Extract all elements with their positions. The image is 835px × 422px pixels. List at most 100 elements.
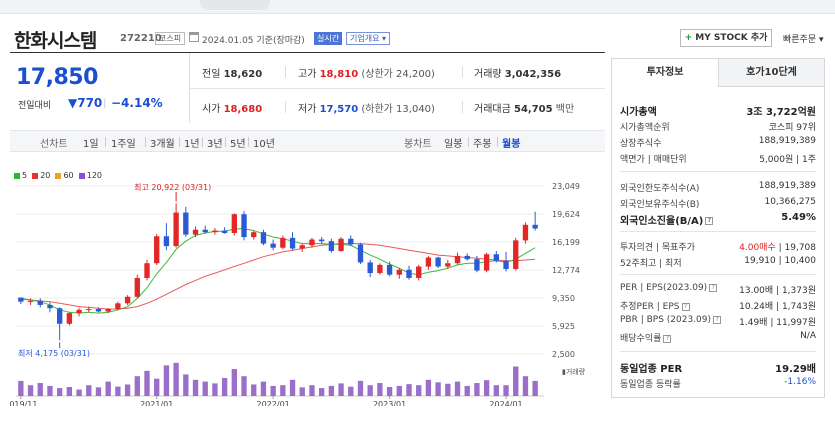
tab-1-week[interactable]: 1주일 — [111, 135, 136, 150]
volume-bar — [27, 385, 34, 396]
per-label: PER | EPS(2023.09)? — [620, 283, 718, 293]
prev-close-value: 18,620 — [223, 69, 263, 80]
pbr-value: 1.49배 | 11,997원 — [739, 318, 816, 328]
candle-body — [464, 255, 470, 260]
upper-limit: (상한가 24,200) — [361, 69, 435, 80]
volume-bar — [386, 387, 393, 396]
opinion-values: 4.00매수 | 19,708 — [739, 240, 816, 253]
opinion-row: 투자의견 | 목표주가 4.00매수 | 19,708 — [620, 240, 816, 253]
x-tick-label: 2022/01 — [257, 400, 290, 406]
volume-bar — [435, 382, 441, 396]
section-divider — [620, 171, 816, 172]
company-name[interactable]: 한화시스템 — [14, 26, 97, 53]
volume-bar — [299, 387, 305, 396]
tab-10-years[interactable]: 10년 — [253, 135, 275, 150]
candle-body — [124, 296, 131, 304]
help-icon[interactable]: ? — [713, 315, 722, 324]
y-tick-label: 19,624 — [552, 210, 580, 219]
volume-bar — [163, 365, 170, 396]
x-tick-label: 2019/11 — [10, 400, 37, 406]
candle-body — [532, 224, 538, 229]
candle-body — [115, 303, 121, 310]
week52-value: 19,910 | 10,400 — [744, 256, 816, 266]
tab-1-year[interactable]: 1년 — [184, 135, 200, 150]
volume-bar — [134, 376, 140, 396]
prev-close: 전일 18,620 — [202, 65, 262, 80]
volume-bar — [280, 385, 286, 396]
foreign-limit-label: 외국인한도주식수(A) — [620, 184, 700, 194]
top-nav-tab[interactable] — [200, 0, 270, 10]
par-label: 액면가 | 매매단위 — [620, 155, 687, 165]
candle-body — [66, 313, 73, 324]
volume-bar — [348, 386, 354, 396]
dividend-label: 배당수익률? — [620, 331, 672, 344]
candle-body — [454, 255, 461, 264]
quick-order-button[interactable]: 빠른주문 ▾ — [783, 32, 824, 45]
help-icon[interactable]: ? — [709, 283, 718, 292]
candle-body — [18, 297, 24, 302]
volume-bar — [241, 376, 247, 396]
candle-body — [56, 308, 63, 324]
company-overview-button[interactable]: 기업개요 ▾ — [346, 32, 390, 45]
separator — [248, 137, 249, 147]
help-icon[interactable]: ? — [681, 302, 690, 311]
price-chart[interactable]: 23,04919,62416,19912,7749,3505,9252,500 … — [10, 164, 605, 406]
separator — [145, 137, 146, 147]
volume-bar — [56, 388, 63, 396]
tab-orderbook[interactable]: 호가10단계 — [718, 59, 824, 87]
candle-body — [154, 236, 160, 264]
tab-investment-info[interactable]: 투자정보 — [612, 59, 718, 87]
candle-body — [503, 260, 509, 269]
separator — [179, 137, 180, 147]
high-annotation: 최고 20,922 (03/31) — [134, 182, 211, 192]
week52-label: 52주최고 | 최저 — [620, 259, 682, 269]
candle-body — [163, 236, 170, 247]
volume: 거래량 3,042,356 — [474, 65, 561, 80]
calendar-icon — [189, 32, 199, 42]
high-price: 고가 18,810 (상한가 24,200) — [298, 65, 435, 80]
tab-5-years[interactable]: 5년 — [230, 135, 246, 150]
separator — [225, 137, 226, 147]
target-price: | 19,708 — [778, 243, 816, 253]
tab-3-years[interactable]: 3년 — [207, 135, 223, 150]
tab-daily-candle[interactable]: 일봉 — [444, 135, 462, 150]
industry-per-row[interactable]: 동일업종 PER 19.29배 — [620, 360, 816, 375]
volume-bar — [513, 366, 519, 396]
y-tick-label: 23,049 — [552, 182, 580, 191]
realtime-badge[interactable]: 실시간 — [314, 32, 343, 45]
candle-body — [338, 238, 344, 251]
candle-body — [105, 309, 111, 312]
foreign-ratio-value: 5.49% — [781, 212, 816, 223]
candle-body — [483, 254, 490, 271]
volume-bar — [124, 384, 131, 396]
volume-bar — [47, 385, 53, 396]
tab-monthly-candle[interactable]: 월봉 — [502, 135, 520, 150]
y-tick-label: 12,774 — [552, 266, 580, 275]
candle-body — [328, 241, 335, 251]
market-cap-rank-row[interactable]: 시가총액순위 코스피 97위 — [620, 120, 816, 133]
volume-bar — [76, 389, 82, 396]
volume-bar — [532, 380, 538, 396]
foreign-ratio-label: 외국인소진율(B/A)? — [620, 212, 714, 227]
foreign-own-value: 10,366,275 — [764, 197, 816, 207]
candle-body — [318, 239, 325, 242]
tab-weekly-candle[interactable]: 주봉 — [473, 135, 491, 150]
est-per-label: 추정PER | EPS? — [620, 299, 690, 312]
volume-bar — [338, 383, 344, 396]
per-label-text: PER | EPS(2023.09) — [620, 283, 708, 293]
x-tick-label: 2021/01 — [140, 400, 173, 406]
add-my-stock-button[interactable]: + MY STOCK 추가 — [680, 29, 772, 47]
candle-body — [377, 264, 383, 274]
high-label: 고가 — [298, 69, 317, 80]
candle-body — [260, 232, 267, 244]
help-icon[interactable]: ? — [705, 217, 714, 225]
industry-rate-row[interactable]: 동일업종 등락률 -1.16% — [620, 377, 816, 390]
candle-body — [386, 264, 393, 275]
tab-1-day[interactable]: 1일 — [83, 135, 99, 150]
volume-bar — [367, 385, 373, 396]
volume-bar — [396, 385, 402, 396]
tab-3-months[interactable]: 3개월 — [150, 135, 175, 150]
help-icon[interactable]: ? — [663, 334, 672, 343]
candle-body — [367, 262, 373, 274]
candles — [18, 203, 538, 341]
